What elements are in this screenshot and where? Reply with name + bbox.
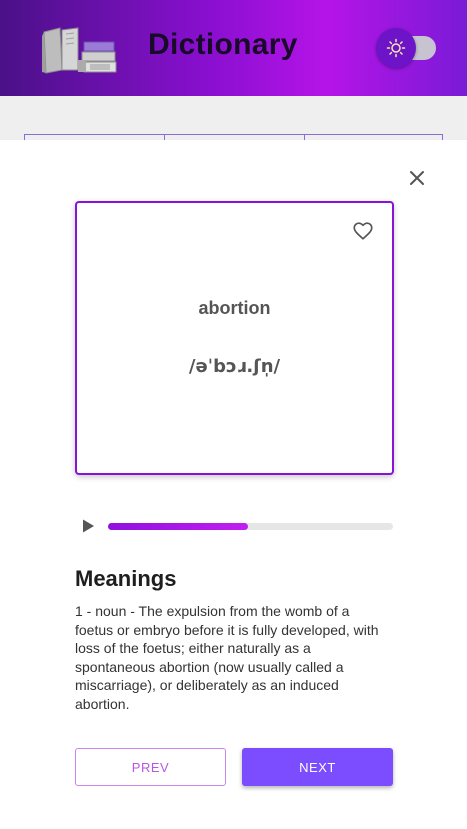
prev-button[interactable]: PREV bbox=[75, 748, 226, 786]
next-button[interactable]: NEXT bbox=[242, 748, 393, 786]
word-text: abortion bbox=[198, 298, 271, 318]
sun-icon bbox=[386, 38, 406, 58]
heart-outline-icon[interactable] bbox=[352, 220, 374, 242]
audio-progress-bar[interactable] bbox=[108, 523, 393, 530]
word-card bbox=[75, 201, 394, 475]
books-icon bbox=[42, 27, 117, 74]
phonetic-text: /əˈbɔɹ.ʃn̩/ bbox=[188, 356, 281, 377]
app-title: Dictionary bbox=[148, 28, 298, 61]
meanings-heading: Meanings bbox=[75, 566, 177, 591]
close-icon[interactable] bbox=[406, 167, 428, 189]
app-root: Dictionary abortion /əˈbɔɹ.ʃn̩/ Meanings… bbox=[0, 0, 467, 829]
meaning-text: 1 - noun - The expulsion from the womb o… bbox=[75, 603, 379, 712]
app-header: Dictionary bbox=[0, 0, 467, 96]
play-icon[interactable] bbox=[80, 518, 96, 534]
theme-toggle[interactable] bbox=[376, 28, 416, 68]
audio-progress-fill bbox=[108, 523, 248, 530]
